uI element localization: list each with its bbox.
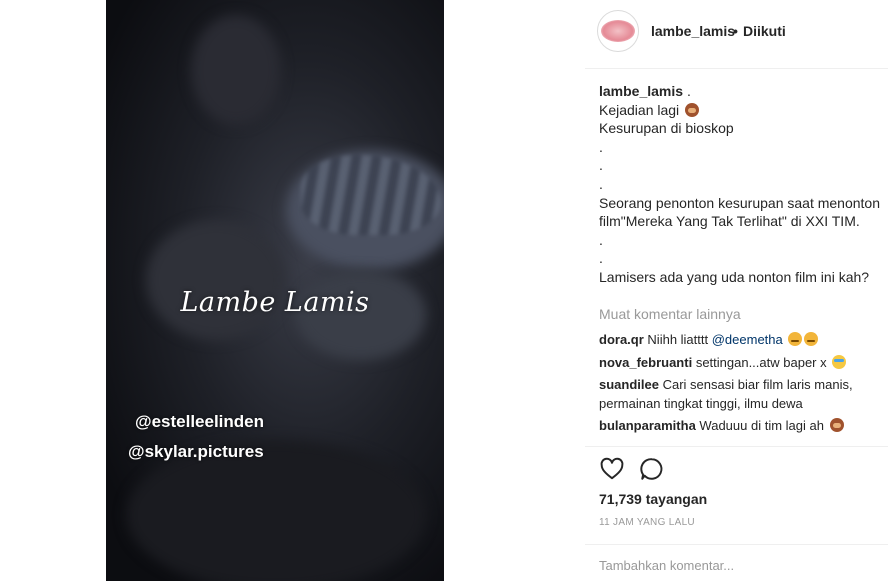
comment-bubble-icon[interactable] xyxy=(639,456,667,484)
caption-line: Kejadian lagi xyxy=(599,101,680,118)
video-watermark: Lambe Lamis xyxy=(180,287,370,318)
caption-line: . xyxy=(599,250,603,267)
caption-line: . xyxy=(683,83,691,99)
comment-text: Niihh liatttt xyxy=(647,332,712,347)
follow-status-button[interactable]: Diikuti xyxy=(743,23,786,39)
post-header: lambe_lamis • Diikuti xyxy=(585,0,888,69)
see-no-evil-monkey-icon xyxy=(685,102,700,117)
caption-line: Seorang penonton kesurupan saat menonton… xyxy=(599,194,880,230)
caption-username[interactable]: lambe_lamis xyxy=(599,83,683,99)
caption-line: . xyxy=(599,175,603,192)
crying-face-icon xyxy=(832,354,847,369)
comment-username[interactable]: nova_februanti xyxy=(599,355,692,370)
divider xyxy=(585,544,888,545)
header-username[interactable]: lambe_lamis xyxy=(651,23,735,39)
comment-item: dora.qr Niihh liatttt @deemetha xyxy=(599,331,884,350)
post-video[interactable]: Lambe Lamis @estelleelinden @skylar.pict… xyxy=(106,0,444,581)
comment-item: suandilee Cari sensasi biar film laris m… xyxy=(599,376,884,413)
caption-line: . xyxy=(599,157,603,174)
post-caption: lambe_lamis . Kejadian lagi Kesurupan di… xyxy=(599,82,884,287)
see-no-evil-monkey-icon xyxy=(829,418,844,432)
comment-item: nova_februanti settingan...atw baper x xyxy=(599,354,884,373)
comment-input[interactable] xyxy=(599,554,869,576)
angry-face-icon xyxy=(804,332,819,346)
comment-text: settingan...atw baper x xyxy=(695,354,827,370)
caption-line: . xyxy=(599,138,603,155)
video-shadow-figure xyxy=(191,15,281,125)
caption-line: Kesurupan di bioskop xyxy=(599,120,734,137)
comment-username[interactable]: dora.qr xyxy=(599,332,644,347)
comment-item: bulanparamitha Waduuu di tim lagi ah xyxy=(599,417,884,436)
caption-line: . xyxy=(599,231,603,248)
comment-username[interactable]: suandilee xyxy=(599,377,659,392)
avatar-logo xyxy=(601,20,635,42)
video-figure-head xyxy=(146,220,286,340)
comment-list: dora.qr Niihh liatttt @deemetha nova_feb… xyxy=(599,331,884,440)
video-tag-skylar-pictures: @skylar.pictures xyxy=(128,442,264,461)
post-timestamp[interactable]: 11 JAM YANG LALU xyxy=(599,517,695,528)
load-more-comments-link[interactable]: Muat komentar lainnya xyxy=(599,306,741,322)
divider xyxy=(585,446,888,447)
comment-mention[interactable]: @deemetha xyxy=(712,332,783,347)
post-sidebar: lambe_lamis • Diikuti lambe_lamis . Keja… xyxy=(585,0,888,581)
caption-line: Lamisers ada yang uda nonton film ini ka… xyxy=(599,268,870,285)
comment-text: Waduuu di tim lagi ah xyxy=(699,418,824,433)
video-tag-estelleelinden: @estelleelinden xyxy=(135,412,265,431)
header-separator: • xyxy=(733,23,738,39)
comment-username[interactable]: bulanparamitha xyxy=(599,418,696,433)
avatar[interactable] xyxy=(597,10,639,52)
angry-face-icon xyxy=(788,332,803,346)
heart-icon[interactable] xyxy=(599,456,627,484)
view-count[interactable]: 71,739 tayangan xyxy=(599,491,707,507)
